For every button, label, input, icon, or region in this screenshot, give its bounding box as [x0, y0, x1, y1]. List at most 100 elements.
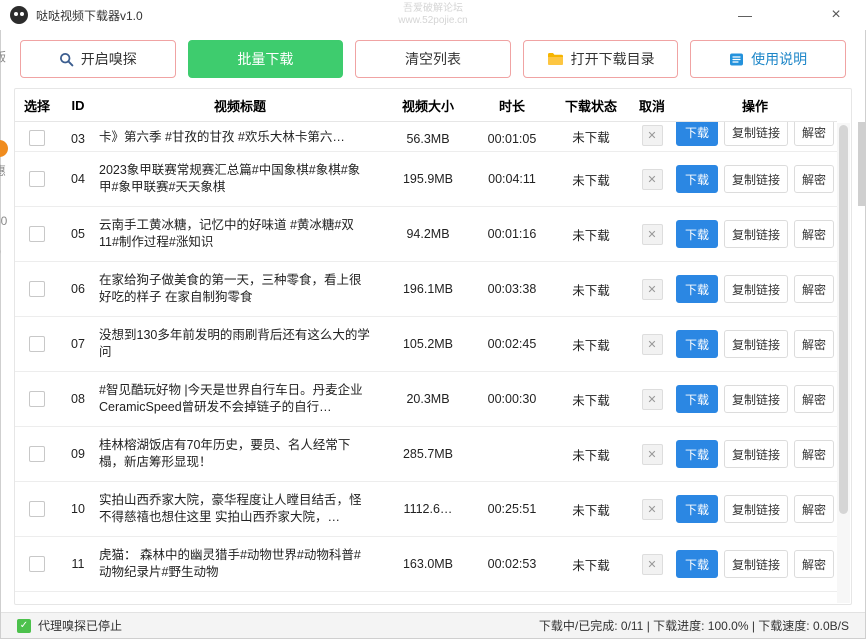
row-cancel-button[interactable]: ✕	[642, 499, 663, 520]
row-checkbox[interactable]	[29, 391, 45, 407]
row-download-button[interactable]: 下载	[676, 165, 718, 193]
row-checkbox[interactable]	[29, 501, 45, 517]
header-status: 下载状态	[551, 96, 631, 115]
row-size: 163.0MB	[383, 557, 473, 571]
table-row: 06 在家给狗子做美食的第一天，三种零食，看上很好吃的样子 在家自制狗零食 19…	[15, 262, 837, 317]
proxy-status-text: 代理嗅探已停止	[38, 617, 122, 634]
table-row: 09 桂林榕湖饭店有70年历史，要员、名人经常下榻，新店筹形显现！ 285.7M…	[15, 427, 837, 482]
row-download-button[interactable]: 下载	[676, 275, 718, 303]
scrollbar-thumb[interactable]	[839, 125, 848, 514]
row-status: 未下载	[551, 500, 631, 519]
row-checkbox[interactable]	[29, 171, 45, 187]
row-cancel-button[interactable]: ✕	[642, 444, 663, 465]
folder-icon	[547, 52, 564, 66]
row-status: 未下载	[551, 127, 631, 146]
row-cancel-button[interactable]: ✕	[642, 554, 663, 575]
row-title: 桂林榕湖饭店有70年历史，要员、名人经常下榻，新店筹形显现！	[97, 437, 383, 471]
row-duration: 00:25:51	[473, 502, 551, 516]
search-icon	[59, 52, 74, 67]
close-button[interactable]: ×	[821, 0, 851, 30]
row-id: 04	[59, 172, 97, 186]
row-status: 未下载	[551, 390, 631, 409]
row-decrypt-button[interactable]: 解密	[794, 550, 834, 578]
row-decrypt-button[interactable]: 解密	[794, 220, 834, 248]
row-copy-link-button[interactable]: 复制链接	[724, 440, 788, 468]
row-title: 实拍山西乔家大院，豪华程度让人瞠目结舌，怪不得慈禧也想住这里 实拍山西乔家大院，…	[97, 492, 383, 526]
row-checkbox[interactable]	[29, 556, 45, 572]
clear-list-button[interactable]: 清空列表	[355, 40, 511, 78]
row-checkbox[interactable]	[29, 336, 45, 352]
row-cancel-button[interactable]: ✕	[642, 169, 663, 190]
row-duration: 00:01:16	[473, 227, 551, 241]
help-button[interactable]: 使用说明	[690, 40, 846, 78]
row-copy-link-button[interactable]: 复制链接	[724, 165, 788, 193]
background-text-fragment: 60	[0, 214, 11, 228]
row-size: 20.3MB	[383, 392, 473, 406]
row-checkbox[interactable]	[29, 130, 45, 146]
row-decrypt-button[interactable]: 解密	[794, 330, 834, 358]
row-checkbox[interactable]	[29, 226, 45, 242]
header-title: 视频标题	[97, 96, 383, 115]
status-bar: ✓ 代理嗅探已停止 下载中/已完成: 0/11 | 下载进度: 100.0% |…	[1, 612, 865, 638]
start-sniff-button[interactable]: 开启嗅探	[20, 40, 176, 78]
help-label: 使用说明	[751, 49, 807, 69]
row-download-button[interactable]: 下载	[676, 495, 718, 523]
row-status: 未下载	[551, 225, 631, 244]
row-copy-link-button[interactable]: 复制链接	[724, 550, 788, 578]
row-download-button[interactable]: 下载	[676, 220, 718, 248]
row-status: 未下载	[551, 445, 631, 464]
row-cancel-button[interactable]: ✕	[642, 389, 663, 410]
row-decrypt-button[interactable]: 解密	[794, 275, 834, 303]
open-download-dir-button[interactable]: 打开下载目录	[523, 40, 679, 78]
table-row: 03 卡》第六季 #甘孜的甘孜 #欢乐大林卡第六… 56.3MB 00:01:0…	[15, 122, 837, 152]
table-row: 07 没想到130多年前发明的雨刷背后还有这么大的学问 105.2MB 00:0…	[15, 317, 837, 372]
row-cancel-button[interactable]: ✕	[642, 334, 663, 355]
titlebar: 哒哒视频下载器v1.0 吾爱破解论坛 www.52pojie.cn — ×	[0, 0, 866, 30]
row-download-button[interactable]: 下载	[676, 122, 718, 146]
row-decrypt-button[interactable]: 解密	[794, 385, 834, 413]
row-copy-link-button[interactable]: 复制链接	[724, 385, 788, 413]
row-checkbox[interactable]	[29, 281, 45, 297]
batch-download-button[interactable]: 批量下载	[188, 40, 344, 78]
row-decrypt-button[interactable]: 解密	[794, 165, 834, 193]
row-size: 105.2MB	[383, 337, 473, 351]
row-title: 云南手工黄冰糖，记忆中的好味道 #黄冰糖#双11#制作过程#涨知识	[97, 217, 383, 251]
row-download-button[interactable]: 下载	[676, 385, 718, 413]
row-cancel-button[interactable]: ✕	[642, 224, 663, 245]
background-app-icon-fragment	[0, 140, 8, 157]
row-id: 09	[59, 447, 97, 461]
watermark-line1: 吾爱破解论坛	[398, 3, 467, 15]
row-checkbox[interactable]	[29, 446, 45, 462]
header-actions: 操作	[673, 96, 837, 115]
row-title: 卡》第六季 #甘孜的甘孜 #欢乐大林卡第六…	[97, 129, 383, 146]
table-row: 08 #智见酷玩好物 |今天是世界自行车日。丹麦企业CeramicSpeed曾研…	[15, 372, 837, 427]
row-download-button[interactable]: 下载	[676, 330, 718, 358]
row-cancel-button[interactable]: ✕	[642, 125, 663, 146]
row-copy-link-button[interactable]: 复制链接	[724, 220, 788, 248]
row-copy-link-button[interactable]: 复制链接	[724, 495, 788, 523]
row-status: 未下载	[551, 280, 631, 299]
start-sniff-label: 开启嗅探	[81, 49, 137, 69]
row-id: 07	[59, 337, 97, 351]
row-copy-link-button[interactable]: 复制链接	[724, 330, 788, 358]
row-download-button[interactable]: 下载	[676, 550, 718, 578]
watermark-line2: www.52pojie.cn	[398, 15, 467, 27]
row-decrypt-button[interactable]: 解密	[794, 440, 834, 468]
row-copy-link-button[interactable]: 复制链接	[724, 275, 788, 303]
table-row: 04 2023象甲联赛常规赛汇总篇#中国象棋#象棋#象甲#象甲联赛#天天象棋 1…	[15, 152, 837, 207]
row-download-button[interactable]: 下载	[676, 440, 718, 468]
row-decrypt-button[interactable]: 解密	[794, 122, 834, 146]
minimize-button[interactable]: —	[730, 0, 760, 30]
row-id: 05	[59, 227, 97, 241]
row-cancel-button[interactable]: ✕	[642, 279, 663, 300]
row-duration: 00:00:30	[473, 392, 551, 406]
row-duration: 00:02:45	[473, 337, 551, 351]
background-text-fragment: 版	[0, 48, 11, 65]
row-copy-link-button[interactable]: 复制链接	[724, 122, 788, 146]
row-duration: 00:01:05	[473, 132, 551, 146]
row-id: 03	[59, 132, 97, 146]
row-title: #智见酷玩好物 |今天是世界自行车日。丹麦企业CeramicSpeed曾研发不会…	[97, 382, 383, 416]
row-decrypt-button[interactable]: 解密	[794, 495, 834, 523]
row-title: 虎猫： 森林中的幽灵猎手#动物世界#动物科普#动物纪录片#野生动物	[97, 547, 383, 581]
download-progress-text: 下载中/已完成: 0/11 | 下载进度: 100.0% | 下载速度: 0.0…	[539, 617, 849, 634]
